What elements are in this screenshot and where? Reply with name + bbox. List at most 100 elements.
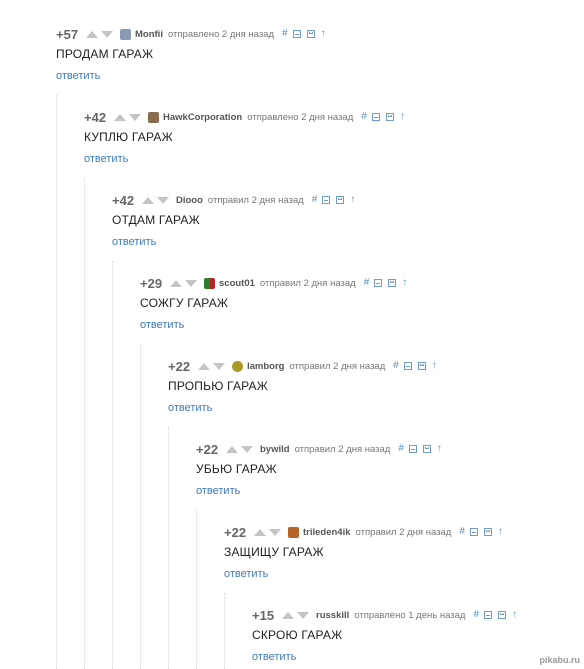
comment-text: СКРОЮ ГАРАЖ [252, 628, 343, 642]
reply-link[interactable]: ответить [224, 568, 508, 580]
reply-link[interactable]: ответить [196, 485, 447, 497]
save-icon[interactable] [483, 528, 492, 536]
thread-line [84, 178, 85, 669]
collapse-icon[interactable] [469, 528, 478, 536]
parent-arrow-icon[interactable]: ↑ [512, 610, 517, 620]
comment-rating: +42 [112, 192, 135, 208]
collapse-icon[interactable] [292, 30, 301, 38]
avatar[interactable] [120, 28, 131, 40]
permalink-icon[interactable]: # [398, 444, 404, 454]
comment-rating: +22 [196, 441, 219, 457]
collapse-icon[interactable] [408, 445, 417, 453]
comment-username[interactable]: trileden4ik [303, 527, 351, 538]
avatar[interactable] [148, 111, 159, 123]
permalink-icon[interactable]: # [393, 361, 399, 371]
save-icon[interactable] [498, 611, 506, 619]
thread-line [168, 427, 169, 669]
collapse-icon[interactable] [403, 362, 412, 370]
reply-link[interactable]: ответить [112, 236, 360, 248]
comment-meta: +22 trileden4ik отправил 2 дня назад # ↑ [224, 524, 508, 540]
collapse-icon[interactable] [484, 611, 492, 619]
comment-timestamp: отправил 2 дня назад [355, 526, 452, 538]
avatar[interactable] [288, 526, 299, 538]
comment-timestamp: отправил 2 дня назад [207, 194, 304, 206]
thread-line [112, 261, 113, 669]
comment-username[interactable]: lamborg [247, 361, 284, 372]
parent-arrow-icon[interactable]: ↑ [432, 361, 437, 371]
thread-line [140, 344, 141, 669]
comment-meta: +42 Diooo отправил 2 дня назад # ↑ [112, 192, 360, 208]
comment-timestamp: отправил 2 дня назад [289, 360, 386, 372]
comment-meta: +42 HawkCorporation отправлено 2 дня наз… [84, 109, 410, 125]
parent-arrow-icon[interactable]: ↑ [498, 527, 503, 537]
save-icon[interactable] [388, 279, 397, 287]
comment-rating: +22 [224, 524, 247, 540]
collapse-icon[interactable] [371, 113, 380, 121]
avatar[interactable] [204, 277, 215, 289]
comment-text: ОТДАМ ГАРАЖ [112, 213, 200, 227]
reply-link[interactable]: ответить [56, 70, 331, 82]
vote-up-icon[interactable] [226, 445, 238, 453]
parent-arrow-icon[interactable]: ↑ [437, 444, 442, 454]
comment-username[interactable]: scout01 [219, 278, 255, 289]
thread-line [224, 593, 225, 669]
vote-down-icon[interactable] [297, 611, 309, 619]
comment-meta: +22 bywild отправил 2 дня назад # ↑ [196, 441, 447, 457]
reply-link[interactable]: ответить [252, 651, 522, 663]
vote-up-icon[interactable] [114, 113, 126, 121]
vote-down-icon[interactable] [101, 30, 113, 38]
reply-link[interactable]: ответить [168, 402, 442, 414]
vote-down-icon[interactable] [241, 445, 253, 453]
comment-timestamp: отправлено 2 дня назад [247, 111, 354, 123]
save-icon[interactable] [422, 445, 431, 453]
comment-username[interactable]: Diooo [176, 195, 203, 206]
parent-arrow-icon[interactable]: ↑ [350, 195, 355, 205]
avatar[interactable] [232, 360, 243, 372]
vote-down-icon[interactable] [157, 196, 169, 204]
parent-arrow-icon[interactable]: ↑ [400, 112, 405, 122]
comment-rating: +22 [168, 358, 191, 374]
vote-down-icon[interactable] [129, 113, 141, 121]
watermark: pikabu.ru [539, 655, 580, 665]
comment-timestamp: отправлено 1 день назад [354, 609, 466, 621]
permalink-icon[interactable]: # [473, 610, 479, 620]
save-icon[interactable] [336, 196, 345, 204]
comment: +42 HawkCorporation отправлено 2 дня наз… [84, 109, 410, 166]
vote-up-icon[interactable] [282, 611, 294, 619]
collapse-icon[interactable] [322, 196, 331, 204]
comment-rating: +29 [140, 275, 163, 291]
comment-username[interactable]: Monfii [135, 29, 163, 40]
permalink-icon[interactable]: # [459, 527, 465, 537]
vote-down-icon[interactable] [185, 279, 197, 287]
vote-up-icon[interactable] [142, 196, 154, 204]
permalink-icon[interactable]: # [361, 112, 367, 122]
vote-up-icon[interactable] [170, 279, 182, 287]
comment: +29 scout01 отправил 2 дня назад # ↑ СОЖ… [140, 275, 412, 332]
reply-link[interactable]: ответить [140, 319, 412, 331]
vote-down-icon[interactable] [269, 528, 281, 536]
vote-up-icon[interactable] [254, 528, 266, 536]
permalink-icon[interactable]: # [364, 278, 370, 288]
comment-meta: +22 lamborg отправил 2 дня назад # ↑ [168, 358, 442, 374]
vote-up-icon[interactable] [86, 30, 98, 38]
comment-text: ЗАЩИЩУ ГАРАЖ [224, 545, 324, 559]
comment-username[interactable]: bywild [260, 444, 290, 455]
comment-rating: +15 [252, 607, 275, 623]
comment-text: КУПЛЮ ГАРАЖ [84, 130, 173, 144]
reply-link[interactable]: ответить [84, 153, 410, 165]
parent-arrow-icon[interactable]: ↑ [321, 29, 326, 39]
comment-text: ПРОДАМ ГАРАЖ [56, 47, 154, 61]
save-icon[interactable] [385, 113, 394, 121]
permalink-icon[interactable]: # [282, 29, 288, 39]
comment-username[interactable]: HawkCorporation [163, 112, 242, 123]
save-icon[interactable] [417, 362, 426, 370]
comment-username[interactable]: russkill [316, 610, 349, 621]
vote-down-icon[interactable] [213, 362, 225, 370]
parent-arrow-icon[interactable]: ↑ [402, 278, 407, 288]
comment-thread-page: { "comments": [ {"rating": "+57", "usern… [0, 0, 584, 669]
collapse-icon[interactable] [374, 279, 383, 287]
vote-up-icon[interactable] [198, 362, 210, 370]
comment: +22 trileden4ik отправил 2 дня назад # ↑… [224, 524, 508, 581]
permalink-icon[interactable]: # [312, 195, 318, 205]
save-icon[interactable] [306, 30, 315, 38]
